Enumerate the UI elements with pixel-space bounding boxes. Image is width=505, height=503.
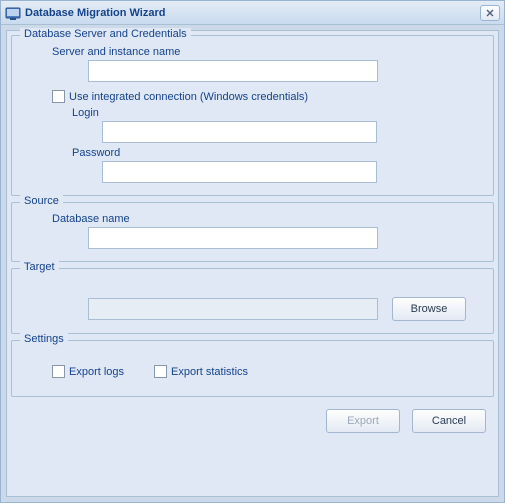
browse-button[interactable]: Browse	[392, 297, 466, 321]
export-stats-label[interactable]: Export statistics	[171, 366, 248, 378]
password-label: Password	[72, 147, 483, 159]
titlebar: Database Migration Wizard	[1, 1, 504, 25]
button-bar: Export Cancel	[11, 403, 494, 437]
app-icon	[5, 5, 21, 21]
integrated-checkbox[interactable]	[52, 90, 65, 103]
dialog-window: Database Migration Wizard Database Serve…	[0, 0, 505, 503]
source-legend: Source	[20, 195, 63, 207]
content-panel: Database Server and Credentials Server a…	[6, 30, 499, 497]
server-input[interactable]	[88, 60, 378, 82]
source-fieldset: Source Database name	[11, 202, 494, 262]
credentials-legend: Database Server and Credentials	[20, 28, 191, 40]
settings-legend: Settings	[20, 333, 68, 345]
close-button[interactable]	[480, 5, 500, 21]
dialog-body: Database Server and Credentials Server a…	[1, 25, 504, 502]
export-logs-checkbox[interactable]	[52, 365, 65, 378]
password-input[interactable]	[102, 161, 377, 183]
window-title: Database Migration Wizard	[25, 7, 480, 19]
integrated-label[interactable]: Use integrated connection (Windows crede…	[69, 91, 308, 103]
export-button[interactable]: Export	[326, 409, 400, 433]
settings-fieldset: Settings Export logs Export statistics	[11, 340, 494, 397]
target-legend: Target	[20, 261, 59, 273]
target-fieldset: Target Browse	[11, 268, 494, 334]
login-label: Login	[72, 107, 483, 119]
export-stats-checkbox[interactable]	[154, 365, 167, 378]
export-logs-label[interactable]: Export logs	[69, 366, 124, 378]
database-input[interactable]	[88, 227, 378, 249]
database-label: Database name	[52, 213, 483, 225]
credentials-fieldset: Database Server and Credentials Server a…	[11, 35, 494, 196]
cancel-button[interactable]: Cancel	[412, 409, 486, 433]
target-path-input[interactable]	[88, 298, 378, 320]
close-icon	[486, 9, 494, 17]
server-label: Server and instance name	[52, 46, 483, 58]
login-input[interactable]	[102, 121, 377, 143]
